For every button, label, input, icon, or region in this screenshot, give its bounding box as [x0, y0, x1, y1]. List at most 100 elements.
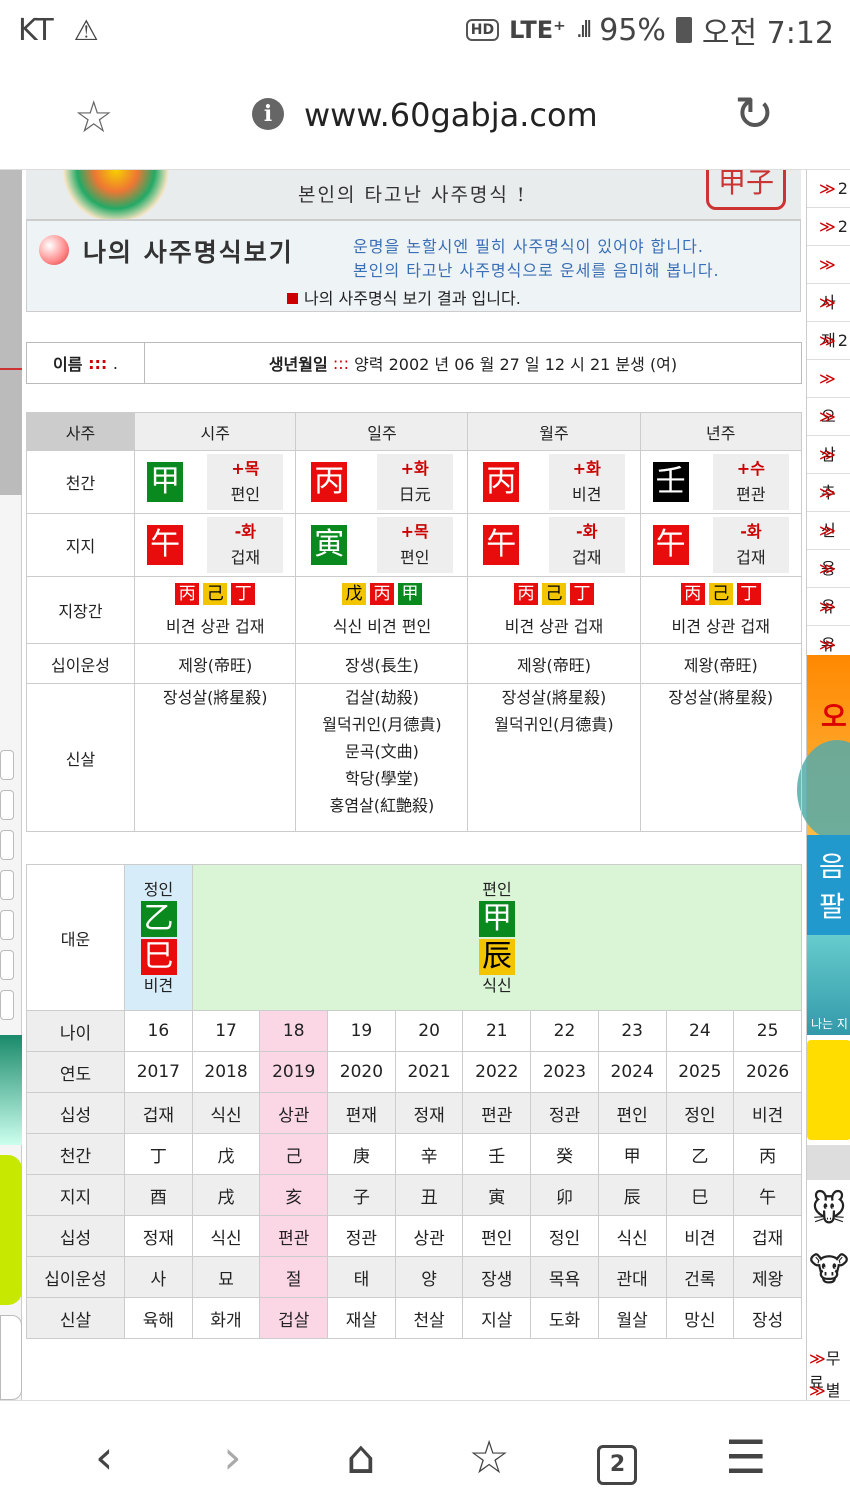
left-sidebar-input[interactable]: [0, 750, 14, 780]
hidden-stem: 丙: [680, 583, 705, 605]
left-sidebar-input[interactable]: [0, 830, 14, 860]
bookmarks-icon[interactable]: ☆: [449, 1430, 529, 1484]
birth-info-row: 이름 ::: . 생년월일 ::: 양력 2002 년 06 월 27 일 12…: [26, 342, 802, 384]
pillar-header: 일주: [295, 412, 469, 451]
yearly-cell: 망신: [665, 1297, 735, 1339]
yearly-cell: 2017: [124, 1051, 193, 1093]
floating-button[interactable]: [797, 740, 850, 840]
right-sidebar-link[interactable]: ≫추: [807, 436, 850, 502]
url-text[interactable]: www.60gabja.com: [304, 96, 598, 134]
birth-label: 생년월일: [268, 355, 328, 374]
daewoon-branch: 辰: [479, 938, 515, 975]
right-sidebar-link[interactable]: ≫ 2: [807, 208, 850, 246]
left-sidebar-input[interactable]: [0, 950, 14, 980]
yearly-fortune-table: 나이 16 17 18 19 20 21 22 23 24 25 연도 2017 2018 2019 2020…: [26, 1010, 802, 1339]
right-sidebar-link[interactable]: ≫신: [807, 474, 850, 540]
hanja-char: 午: [652, 525, 689, 565]
yearly-cell: 정인: [530, 1215, 599, 1257]
right-sidebar-link[interactable]: ≫유: [807, 550, 850, 616]
birth-value: 양력 2002 년 06 월 27 일 12 시 21 분생 (여): [354, 355, 678, 374]
yearly-cell: 태: [327, 1256, 396, 1298]
hidden-stems-text: 비견 상관 겁재: [165, 617, 265, 636]
daewoon-stem: 乙: [140, 900, 177, 937]
mascot-mouse-icon[interactable]: 🐭: [807, 1180, 850, 1240]
left-sidebar-input[interactable]: [0, 870, 14, 900]
right-sidebar-link[interactable]: ≫오: [807, 360, 850, 426]
right-sidebar-link[interactable]: ≫별자: [807, 1377, 850, 1400]
left-sidebar-ad[interactable]: [0, 1035, 22, 1145]
daewoon-current: 편인 甲 辰 식신: [192, 864, 802, 1011]
yearly-cell: 乙: [665, 1133, 735, 1175]
yearly-cell: 정재: [124, 1215, 193, 1257]
right-sidebar-divider: [807, 1145, 850, 1180]
yearly-row: 신살 육해 화개 겁살 재살 천살 지살 도화 월살 망신 장성: [26, 1297, 802, 1339]
clock: 오전 7:12: [701, 16, 834, 51]
saju-corner: 사주: [26, 412, 135, 451]
right-sidebar-ad[interactable]: 음 팔: [807, 835, 850, 935]
right-sidebar-link[interactable]: ≫사: [807, 246, 850, 312]
site-info-icon[interactable]: i: [252, 98, 284, 130]
yearly-cell: 2020: [327, 1051, 396, 1093]
right-sidebar-link[interactable]: ≫재: [807, 284, 850, 350]
hidden-stems-cell: 丙己丁 비견 상관 겁재: [639, 576, 802, 644]
right-sidebar-link[interactable]: ≫유: [807, 588, 850, 654]
left-sidebar-button[interactable]: [0, 1155, 22, 1305]
pillar-cell: 午 -화 겁재: [639, 513, 802, 577]
top-banner: 본인의 타고난 사주명식 ! 甲子: [26, 170, 801, 220]
right-sidebar-link[interactable]: ≫삼: [807, 398, 850, 464]
ten-god: 편인: [399, 548, 430, 567]
banner-tagline: 본인의 타고난 사주명식 !: [298, 184, 527, 206]
yearly-cell: 절: [259, 1256, 329, 1298]
left-sidebar-input[interactable]: [0, 910, 14, 940]
yearly-cell: 2023: [530, 1051, 599, 1093]
reload-icon[interactable]: ↻: [734, 86, 774, 142]
yearly-cell: 巳: [665, 1174, 735, 1216]
ten-god: 편관: [736, 485, 766, 504]
name-value: .: [112, 353, 118, 373]
tabs-count: 2: [597, 1445, 638, 1485]
right-sidebar-link[interactable]: ≫용: [807, 512, 850, 578]
bookmark-star-icon[interactable]: ☆: [74, 92, 113, 143]
pillar-cell: 甲 +목 편인: [133, 450, 297, 514]
tabs-button[interactable]: 2: [577, 1428, 657, 1485]
menu-icon[interactable]: ☰: [706, 1430, 786, 1484]
right-sidebar-link[interactable]: ≫무료: [807, 1345, 850, 1392]
hanja-char: 午: [483, 525, 520, 565]
right-sidebar-ad[interactable]: 나는 지: [807, 935, 850, 1035]
yearly-cell: 卯: [530, 1174, 599, 1216]
yearly-cell: 16: [124, 1010, 193, 1052]
yearly-row-label: 나이: [26, 1010, 125, 1052]
yearly-cell: 천살: [394, 1297, 464, 1339]
twelve-stage-cell: 제왕(帝旺): [133, 643, 297, 684]
shinsal-item: 장성살(將星殺): [162, 688, 268, 707]
hidden-stem: 丙: [369, 583, 394, 605]
gapja-seal: 甲子: [706, 170, 786, 210]
hanja-char: 壬: [652, 462, 689, 502]
left-sidebar-input[interactable]: [0, 790, 14, 820]
mascot-ox-icon[interactable]: 🐮: [807, 1240, 850, 1300]
right-sidebar-ad[interactable]: [807, 1040, 850, 1140]
right-sidebar-link-label: 2: [837, 331, 848, 350]
yearly-cell: 己: [259, 1133, 329, 1175]
daewoon-previous: 정인 乙 巳 비견: [124, 864, 193, 1011]
forward-icon[interactable]: ›: [192, 1430, 272, 1484]
saju-row-shinsal: 신살 장성살(將星殺) 겁살(劫殺) 월덕귀인(月德貴) 문곡(文曲) 학당(學堂) 홍염살…: [26, 683, 802, 832]
web-page: ≫2≫2≫사≫재≫2≫오≫삼≫추≫신≫용≫유≫유≫삼 오 음 팔 나는 지 🐭 …: [0, 170, 850, 1400]
yearly-row-label: 신살: [26, 1297, 125, 1339]
back-icon[interactable]: ‹: [64, 1430, 144, 1484]
hanja-char: 丙: [311, 462, 348, 502]
right-sidebar-link[interactable]: ≫ 2: [807, 322, 850, 360]
yearly-cell: 壬: [462, 1133, 532, 1175]
left-sidebar-input[interactable]: [0, 990, 14, 1020]
separator: :::: [332, 353, 349, 373]
home-icon[interactable]: ⌂: [321, 1430, 401, 1484]
yearly-cell: 건록: [665, 1256, 735, 1298]
yearly-cell: 재살: [327, 1297, 396, 1339]
right-sidebar-link[interactable]: ≫ 2: [807, 170, 850, 208]
hidden-stem: 戊: [341, 583, 366, 605]
yearly-cell: 관대: [597, 1256, 667, 1298]
section-header: 나의 사주명식보기 운명을 논할시엔 필히 사주명식이 있어야 합니다. 본인의…: [26, 220, 801, 312]
yearly-cell: 午: [733, 1174, 802, 1216]
yearly-cell: 정인: [665, 1092, 735, 1134]
shinsal-item: 학당(學堂): [345, 769, 419, 788]
